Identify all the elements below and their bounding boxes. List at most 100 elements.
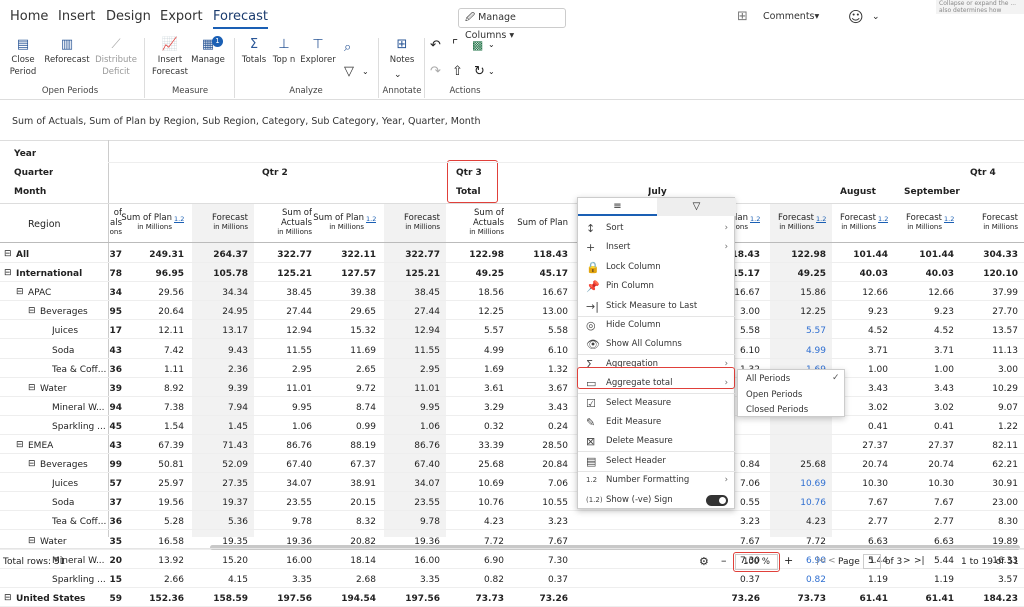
row-label[interactable]: International — [16, 269, 112, 279]
menu-item-select-header[interactable]: ▤ Select Header — [578, 452, 736, 472]
expand-collapse-icon[interactable]: ⊟ — [16, 440, 24, 450]
menu-tab-filter-icon[interactable]: ▽ — [657, 198, 736, 216]
expand-collapse-icon[interactable]: ⊟ — [16, 287, 24, 297]
add-comment-icon[interactable]: ⊞ — [737, 9, 748, 24]
filter-icon[interactable]: ▽ — [344, 64, 354, 79]
table-cell: 197.56 — [405, 593, 440, 604]
header-qtr2[interactable]: Qtr 2 — [262, 168, 288, 178]
fullscreen-icon[interactable]: ⌜ — [452, 38, 458, 53]
next-page-icon[interactable]: > — [903, 556, 911, 566]
chevron-down-icon[interactable]: ⌄ — [488, 40, 495, 49]
header-september[interactable]: September — [904, 187, 960, 197]
table-cell: 73.73 — [475, 593, 504, 604]
row-label[interactable]: Beverages — [40, 460, 112, 470]
row-label[interactable]: Tea & Coff... — [52, 517, 112, 527]
header-july[interactable]: July — [648, 187, 667, 197]
chevron-down-icon[interactable]: ⌄ — [872, 12, 880, 22]
row-label[interactable]: Soda — [52, 346, 112, 356]
explorer-button[interactable]: ⊤ Explorer — [298, 38, 338, 66]
menu-tab-list-icon[interactable]: ≡ — [578, 198, 657, 216]
undo-icon[interactable]: ↶ — [430, 38, 441, 53]
tab-design[interactable]: Design — [106, 9, 151, 24]
menu-item-number-formatting[interactable]: 1.2 Number Formatting › — [578, 471, 736, 490]
toggle-switch[interactable] — [706, 494, 728, 506]
tab-insert[interactable]: Insert — [58, 9, 95, 24]
header-august[interactable]: August — [840, 187, 876, 197]
expand-collapse-icon[interactable]: ⊟ — [28, 459, 36, 469]
menu-item-select-measure[interactable]: ☑ Select Measure — [578, 394, 736, 413]
top-n-button[interactable]: ⊥ Top n — [270, 38, 298, 66]
row-label[interactable]: Tea & Coff... — [52, 365, 112, 375]
row-label[interactable]: Juices — [52, 479, 112, 489]
row-label[interactable]: Water — [40, 537, 112, 547]
row-label[interactable]: Sparkling ... — [52, 575, 112, 585]
manage-columns-button[interactable]: 🖉 Manage Columns ▾ — [458, 8, 566, 41]
row-label[interactable]: Sparkling ... — [52, 422, 112, 432]
column-header-label: in Millions — [277, 228, 312, 236]
refresh-icon[interactable]: ↻ — [474, 64, 485, 79]
expand-collapse-icon[interactable]: ⊟ — [4, 249, 12, 259]
expand-collapse-icon[interactable]: ⊟ — [28, 383, 36, 393]
row-label[interactable]: APAC — [28, 288, 112, 298]
menu-item-show-all-columns[interactable]: 👁 Show All Columns — [578, 335, 736, 356]
expand-collapse-icon[interactable]: ⊟ — [28, 536, 36, 546]
row-label[interactable]: United States — [16, 594, 112, 604]
number-format-badge[interactable]: 1.2 — [366, 215, 376, 223]
gear-icon[interactable]: ⚙ — [699, 555, 709, 568]
reforecast-button[interactable]: ▥ Reforecast — [44, 38, 90, 66]
first-page-icon[interactable]: |< — [816, 556, 827, 566]
header-region[interactable]: Region — [28, 219, 61, 230]
tab-forecast[interactable]: Forecast — [213, 9, 269, 29]
notes-button[interactable]: ⊞ Notes — [384, 38, 420, 66]
insert-forecast-button[interactable]: 📈 Insert Forecast — [150, 38, 190, 78]
row-label[interactable]: Mineral W... — [52, 403, 112, 413]
row-range: 1 to 19 of 51 — [961, 557, 1019, 567]
row-label[interactable]: Juices — [52, 326, 112, 336]
tab-home[interactable]: Home — [10, 9, 48, 24]
prev-page-icon[interactable]: < — [828, 556, 836, 566]
upload-icon[interactable]: ⇧ — [452, 64, 463, 79]
menu-item-lock-column[interactable]: 🔒 Lock Column — [578, 258, 736, 277]
row-label[interactable]: Soda — [52, 498, 112, 508]
page-input[interactable]: 1 — [863, 554, 881, 569]
row-label[interactable]: Water — [40, 384, 112, 394]
number-format-badge[interactable]: 1.2 — [944, 215, 954, 223]
zoom-out-button[interactable]: – — [721, 554, 727, 567]
zoom-in-button[interactable]: + — [784, 554, 793, 567]
menu-item-hide-column[interactable]: ◎ Hide Column — [578, 316, 736, 335]
submenu-all-periods[interactable]: All Periods — [746, 374, 790, 384]
close-period-button[interactable]: ▤ Close Period — [8, 38, 38, 78]
row-label[interactable]: All — [16, 250, 112, 260]
user-avatar-icon[interactable]: ☺ — [848, 8, 864, 26]
search-icon[interactable]: ⌕ — [344, 40, 351, 55]
excel-icon[interactable]: ▩ — [472, 38, 483, 52]
expand-collapse-icon[interactable]: ⊟ — [4, 268, 12, 278]
redo-icon[interactable]: ↷ — [430, 64, 441, 79]
number-format-badge[interactable]: 1.2 — [816, 215, 826, 223]
menu-item-insert[interactable]: + Insert › — [578, 238, 736, 257]
number-format-badge[interactable]: 1.2 — [878, 215, 888, 223]
menu-item-pin-column[interactable]: 📌 Pin Column — [578, 277, 736, 296]
comments-button[interactable]: Comments▾ — [757, 8, 821, 28]
number-format-badge[interactable]: 1.2 — [750, 215, 760, 223]
chevron-down-icon[interactable]: ⌄ — [362, 67, 369, 76]
tab-export[interactable]: Export — [160, 9, 203, 24]
totals-button[interactable]: Σ Totals — [238, 38, 270, 66]
row-label[interactable]: EMEA — [28, 441, 112, 451]
header-qtr4[interactable]: Qtr 4 — [970, 168, 996, 178]
submenu-closed-periods[interactable]: Closed Periods — [746, 405, 808, 415]
chevron-down-icon[interactable]: ⌄ — [488, 67, 495, 76]
menu-item-show-ve-sign[interactable]: (1.2) Show (-ve) Sign — [578, 491, 736, 510]
row-label[interactable]: Beverages — [40, 307, 112, 317]
menu-item-sort[interactable]: ↕ Sort › — [578, 219, 736, 238]
number-format-badge[interactable]: 1.2 — [174, 215, 184, 223]
expand-collapse-icon[interactable]: ⊟ — [28, 306, 36, 316]
chevron-down-icon[interactable]: ⌄ — [394, 70, 402, 80]
menu-item-delete-measure[interactable]: ⊠ Delete Measure — [578, 432, 736, 453]
expand-collapse-icon[interactable]: ⊟ — [4, 593, 12, 603]
last-page-icon[interactable]: >| — [914, 556, 925, 566]
menu-item-stick-measure-to-last[interactable]: →| Stick Measure to Last — [578, 297, 736, 317]
submenu-open-periods[interactable]: Open Periods — [746, 390, 802, 400]
distribute-deficit-button[interactable]: ⟋ Distribute Deficit — [94, 38, 138, 78]
menu-item-edit-measure[interactable]: ✎ Edit Measure — [578, 413, 736, 432]
